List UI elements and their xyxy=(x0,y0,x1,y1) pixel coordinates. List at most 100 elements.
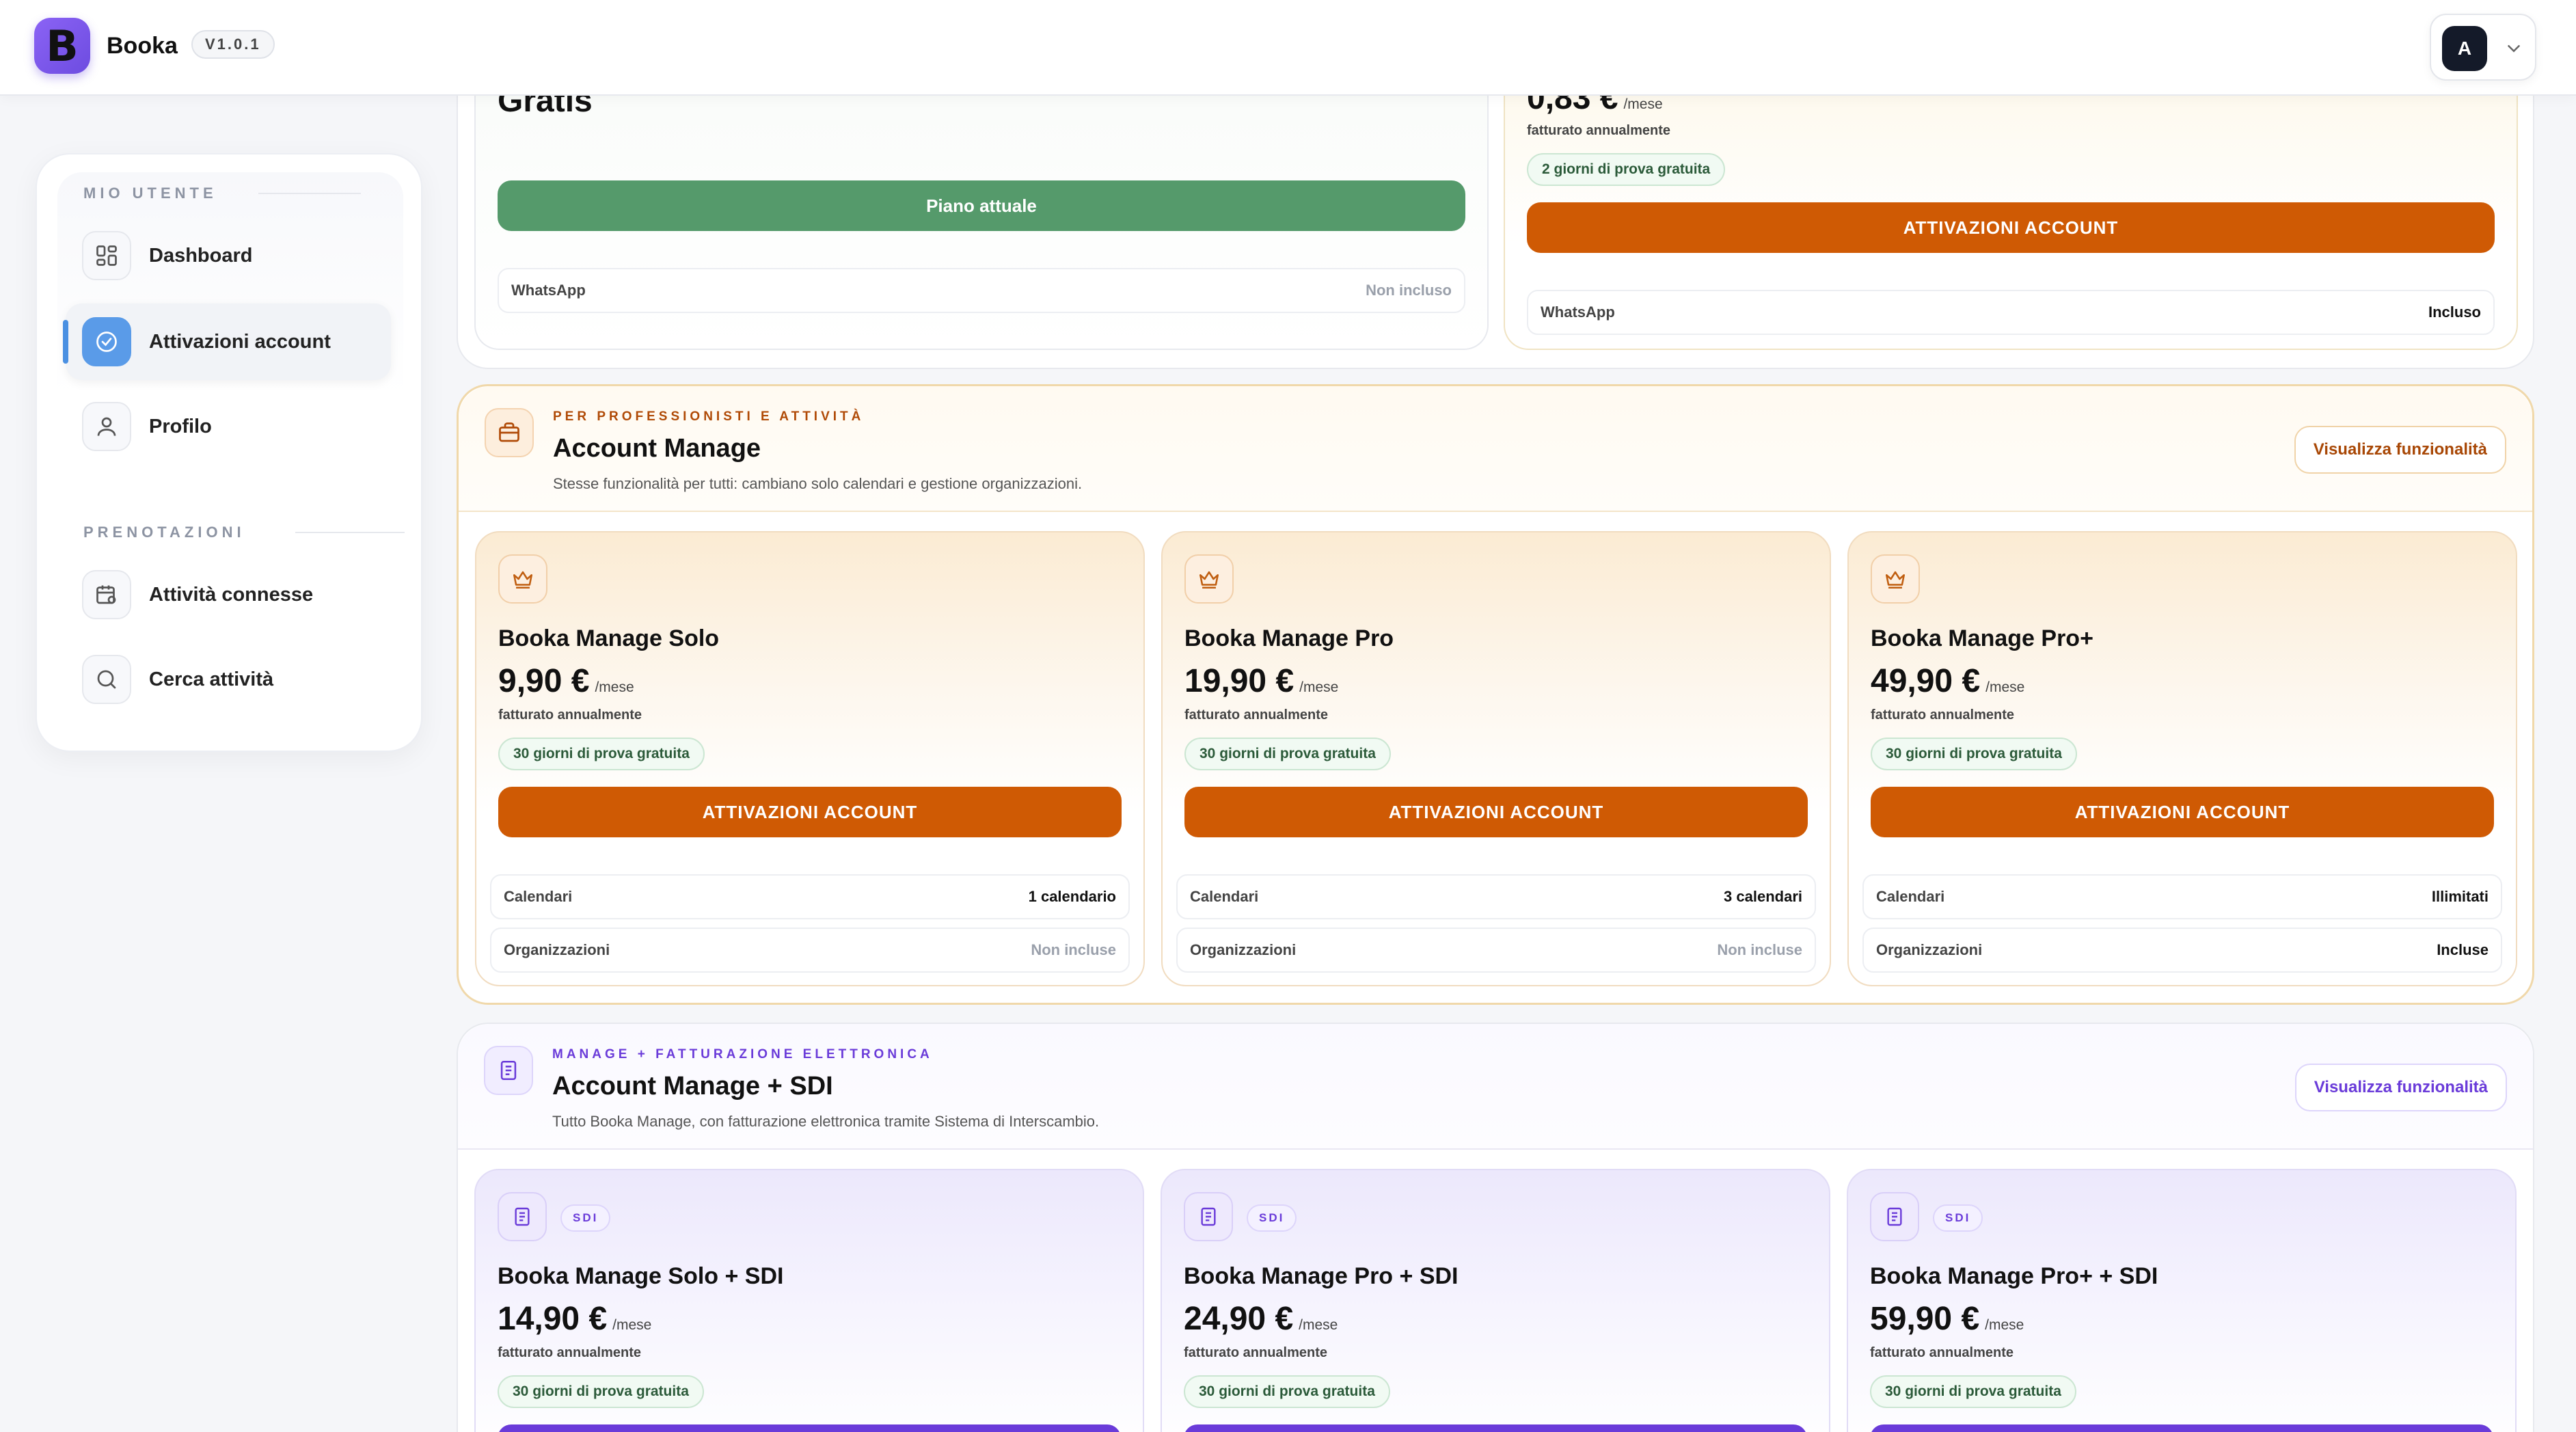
feature-row: Organizzazioni Non incluse xyxy=(490,928,1130,973)
plan-card-sdi-pro-plus: SDI Booka Manage Pro+ + SDI 59,90 € /mese… xyxy=(1847,1169,2517,1432)
user-menu-button[interactable]: A xyxy=(2430,14,2536,81)
feature-row: Organizzazioni Non incluse xyxy=(1176,928,1816,973)
plan-card-manage-pro-plus: Booka Manage Pro+ 49,90 €/mese fatturato… xyxy=(1847,531,2517,986)
plan-name: Booka Manage Solo + SDI xyxy=(498,1263,784,1289)
activate-account-button[interactable] xyxy=(1184,1424,1807,1432)
price-value: 14,90 € xyxy=(498,1301,608,1337)
calendar-link-icon xyxy=(82,570,131,619)
activate-account-button[interactable] xyxy=(1870,1424,2493,1432)
trial-badge: 30 giorni di prova gratuita xyxy=(498,738,705,770)
version-badge: V1.0.1 xyxy=(191,30,275,59)
feature-value: Incluse xyxy=(2437,941,2489,958)
feature-key: Calendari xyxy=(504,888,573,905)
billing-note: fatturato annualmente xyxy=(1527,123,1671,138)
section-header: PER PROFESSIONISTI E ATTIVITÀ Account Ma… xyxy=(459,386,2532,512)
plan-name: Booka Manage Pro xyxy=(1184,625,1394,651)
trial-badge: 30 giorni di prova gratuita xyxy=(1870,1375,2076,1408)
feature-row: Calendari 1 calendario xyxy=(490,874,1130,919)
document-icon xyxy=(1184,1192,1233,1241)
activate-account-button[interactable]: ATTIVAZIONI ACCOUNT xyxy=(498,787,1122,837)
sidebar-item-connected-activities[interactable]: Attività connesse xyxy=(66,556,391,633)
booka-logo[interactable]: B xyxy=(34,18,90,74)
plan-price: 19,90 € /mese xyxy=(1184,662,1338,700)
plan-name: Booka Manage Solo xyxy=(498,625,720,651)
sidebar-item-search-activities[interactable]: Cerca attività xyxy=(66,641,391,718)
app-name: Booka xyxy=(107,33,178,59)
feature-row: WhatsApp Non incluso xyxy=(498,268,1465,313)
price-value: 59,90 € xyxy=(1870,1301,1980,1337)
plan-price: 9,90 € /mese xyxy=(498,662,634,700)
crown-icon xyxy=(1871,554,1920,604)
price-period: /mese xyxy=(1985,1317,2024,1333)
trial-badge: 2 giorni di prova gratuita xyxy=(1527,153,1726,186)
sidebar-item-profile[interactable]: Profilo xyxy=(66,388,391,465)
price-period: /mese xyxy=(1299,1317,1338,1333)
sidebar-item-activations[interactable]: Attivazioni account xyxy=(63,303,391,380)
plan-card-sdi-solo: SDI Booka Manage Solo + SDI 14,90 €/mese… xyxy=(474,1169,1144,1432)
chevron-down-icon xyxy=(2508,45,2520,53)
trial-badge: 30 giorni di prova gratuita xyxy=(1871,738,2077,770)
sdi-badge: SDI xyxy=(560,1204,611,1232)
activate-account-button[interactable]: ATTIVAZIONI ACCOUNT xyxy=(1871,787,2494,837)
billing-note: fatturato annualmente xyxy=(1871,707,2015,722)
user-icon xyxy=(82,402,131,451)
feature-value: 3 calendari xyxy=(1724,888,1802,905)
feature-row: Calendari Illimitati xyxy=(1862,874,2502,919)
feature-value: Incluso xyxy=(2428,303,2481,321)
billing-note: fatturato annualmente xyxy=(1870,1345,2014,1360)
logo-letter: B xyxy=(46,21,79,71)
plan-name: Booka Manage Pro+ xyxy=(1871,625,2093,651)
sidebar-item-label: Attività connesse xyxy=(149,583,314,606)
view-features-button[interactable]: Visualizza funzionalità xyxy=(2294,1064,2507,1111)
document-icon xyxy=(498,1192,547,1241)
billing-note: fatturato annualmente xyxy=(1184,707,1329,722)
grid-icon xyxy=(82,231,131,280)
section-title: Account Manage xyxy=(553,434,761,463)
trial-badge: 30 giorni di prova gratuita xyxy=(1184,738,1391,770)
feature-key: WhatsApp xyxy=(1541,303,1615,321)
section-description: Stesse funzionalità per tutti: cambiano … xyxy=(553,475,1083,492)
feature-key: WhatsApp xyxy=(511,282,586,299)
sidebar-section-bookings: PRENOTAZIONI xyxy=(83,524,405,541)
account-manage-sdi-section: MANAGE + FATTURAZIONE ELETTRONICA Accoun… xyxy=(457,1023,2534,1432)
activate-account-button[interactable]: ATTIVAZIONI ACCOUNT xyxy=(1527,202,2495,253)
account-manage-section: PER PROFESSIONISTI E ATTIVITÀ Account Ma… xyxy=(457,384,2534,1005)
document-icon xyxy=(1870,1192,1919,1241)
price-value: 24,90 € xyxy=(1184,1301,1294,1337)
feature-row: Organizzazioni Incluse xyxy=(1862,928,2502,973)
current-plan-button[interactable]: Piano attuale xyxy=(498,180,1465,231)
activate-account-button[interactable] xyxy=(498,1424,1121,1432)
billing-note: fatturato annualmente xyxy=(1184,1345,1328,1360)
price-period: /mese xyxy=(612,1317,652,1333)
plan-name: Booka Manage Pro + SDI xyxy=(1184,1263,1459,1289)
activate-account-button[interactable]: ATTIVAZIONI ACCOUNT xyxy=(1184,787,1808,837)
section-description: Tutto Booka Manage, con fatturazione ele… xyxy=(552,1113,1100,1130)
price-value: 49,90 € xyxy=(1871,663,1981,699)
section-eyebrow: PER PROFESSIONISTI E ATTIVITÀ xyxy=(553,409,865,424)
billing-note: fatturato annualmente xyxy=(498,707,642,722)
sidebar-item-label: Dashboard xyxy=(149,244,253,267)
trial-badge: 30 giorni di prova gratuita xyxy=(498,1375,704,1408)
feature-value: Non incluse xyxy=(1717,941,1802,958)
feature-value: 1 calendario xyxy=(1028,888,1116,905)
avatar: A xyxy=(2442,26,2487,71)
section-header: MANAGE + FATTURAZIONE ELETTRONICA Accoun… xyxy=(458,1024,2533,1150)
sdi-badge: SDI xyxy=(1247,1204,1297,1232)
plan-name: Booka Manage Pro+ + SDI xyxy=(1870,1263,2158,1289)
crown-icon xyxy=(1184,554,1234,604)
feature-key: Organizzazioni xyxy=(504,941,610,958)
billing-note: fatturato annualmente xyxy=(498,1345,642,1360)
view-features-button[interactable]: Visualizza funzionalità xyxy=(2294,426,2506,474)
sidebar-item-dashboard[interactable]: Dashboard xyxy=(66,217,391,294)
feature-key: Calendari xyxy=(1876,888,1945,905)
feature-key: Organizzazioni xyxy=(1190,941,1297,958)
section-title: Account Manage + SDI xyxy=(552,1072,833,1100)
plan-card-manage-pro: Booka Manage Pro 19,90 € /mese fatturato … xyxy=(1161,531,1831,986)
feature-value: Illimitati xyxy=(2431,888,2489,905)
price-period: /mese xyxy=(1299,679,1339,695)
trial-badge: 30 giorni di prova gratuita xyxy=(1184,1375,1390,1408)
price-value: 19,90 € xyxy=(1184,663,1294,699)
sdi-badge: SDI xyxy=(1933,1204,1983,1232)
plan-price: 24,90 € /mese xyxy=(1184,1300,1338,1338)
plan-price: 59,90 € /mese xyxy=(1870,1300,2024,1338)
